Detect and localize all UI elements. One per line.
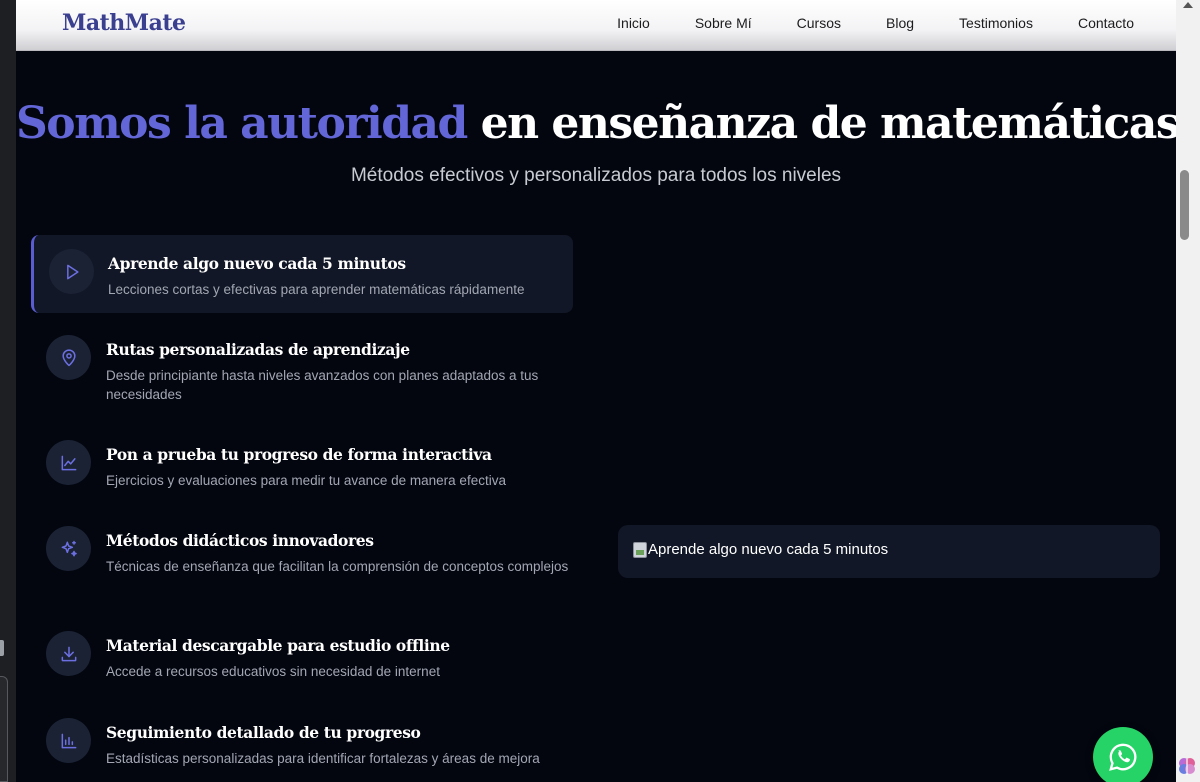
nav-link-sobre-mi[interactable]: Sobre Mí: [695, 15, 752, 31]
page-scrollbar[interactable]: [1176, 0, 1200, 782]
nav-link-contacto[interactable]: Contacto: [1078, 15, 1134, 31]
feature-title: Aprende algo nuevo cada 5 minutos: [108, 254, 406, 273]
feature-item[interactable]: Rutas personalizadas de aprendizaje Desd…: [31, 323, 573, 413]
feature-description: Desde principiante hasta niveles avanzad…: [106, 368, 539, 402]
hero-title-rest: en enseñanza de matemáticas: [466, 98, 1176, 149]
scrollbar-thumb[interactable]: [1180, 170, 1189, 240]
feature-description: Lecciones cortas y efectivas para aprend…: [108, 282, 525, 297]
main-nav: Inicio Sobre Mí Cursos Blog Testimonios …: [572, 15, 1134, 31]
hero-subtitle: Métodos efectivos y personalizados para …: [350, 165, 842, 186]
feature-title: Métodos didácticos innovadores: [106, 531, 374, 550]
nav-link-cursos[interactable]: Cursos: [797, 15, 841, 31]
desktop-window-edge: [0, 676, 8, 782]
feature-description: Ejercicios y evaluaciones para medir tu …: [106, 473, 506, 488]
nav-link-testimonios[interactable]: Testimonios: [959, 15, 1033, 31]
feature-title: Material descargable para estudio offlin…: [106, 636, 450, 655]
feature-preview-image: Aprende algo nuevo cada 5 minutos: [633, 541, 888, 558]
nav-link-blog[interactable]: Blog: [886, 15, 914, 31]
whatsapp-icon: [1109, 743, 1137, 771]
download-icon: [46, 631, 91, 676]
bar-chart-icon: [46, 718, 91, 763]
feature-item[interactable]: Métodos didácticos innovadores Técnicas …: [31, 514, 573, 604]
whatsapp-button[interactable]: [1093, 727, 1153, 782]
feature-description: Accede a recursos educativos sin necesid…: [106, 664, 440, 679]
feature-title: Seguimiento detallado de tu progreso: [106, 723, 421, 742]
feature-item[interactable]: Material descargable para estudio offlin…: [31, 619, 573, 691]
feature-description: Técnicas de enseñanza que facilitan la c…: [106, 559, 569, 574]
desktop-indicator: [0, 640, 4, 656]
image-alt-text: Aprende algo nuevo cada 5 minutos: [648, 541, 889, 558]
hero-title-accent: Somos la autoridad: [16, 98, 468, 149]
feature-preview-card: Aprende algo nuevo cada 5 minutos: [618, 525, 1160, 578]
sparkles-icon: [46, 526, 91, 571]
brand-logo[interactable]: MathMate: [62, 10, 186, 36]
feature-item[interactable]: Seguimiento detallado de tu progreso Est…: [31, 706, 573, 782]
feature-item[interactable]: Aprende algo nuevo cada 5 minutos Leccio…: [31, 235, 573, 313]
map-pin-icon: [46, 335, 91, 380]
hero-title: Somos la autoridad en enseñanza de matem…: [16, 98, 1176, 149]
feature-description: Estadísticas personalizadas para identif…: [106, 751, 540, 766]
page-viewport: MathMate Inicio Sobre Mí Cursos Blog Tes…: [16, 0, 1176, 782]
feature-title: Pon a prueba tu progreso de forma intera…: [106, 445, 492, 464]
nav-link-inicio[interactable]: Inicio: [617, 15, 650, 31]
feature-title: Rutas personalizadas de aprendizaje: [106, 340, 410, 359]
play-icon: [49, 249, 94, 294]
brain-icon[interactable]: [1177, 755, 1197, 777]
broken-image-icon: [633, 541, 647, 558]
desktop-edge: [0, 0, 16, 782]
scroll-up-arrow-icon[interactable]: [1183, 2, 1193, 8]
chart-line-icon: [46, 440, 91, 485]
site-header: MathMate Inicio Sobre Mí Cursos Blog Tes…: [16, 0, 1176, 51]
feature-item[interactable]: Pon a prueba tu progreso de forma intera…: [31, 428, 573, 500]
